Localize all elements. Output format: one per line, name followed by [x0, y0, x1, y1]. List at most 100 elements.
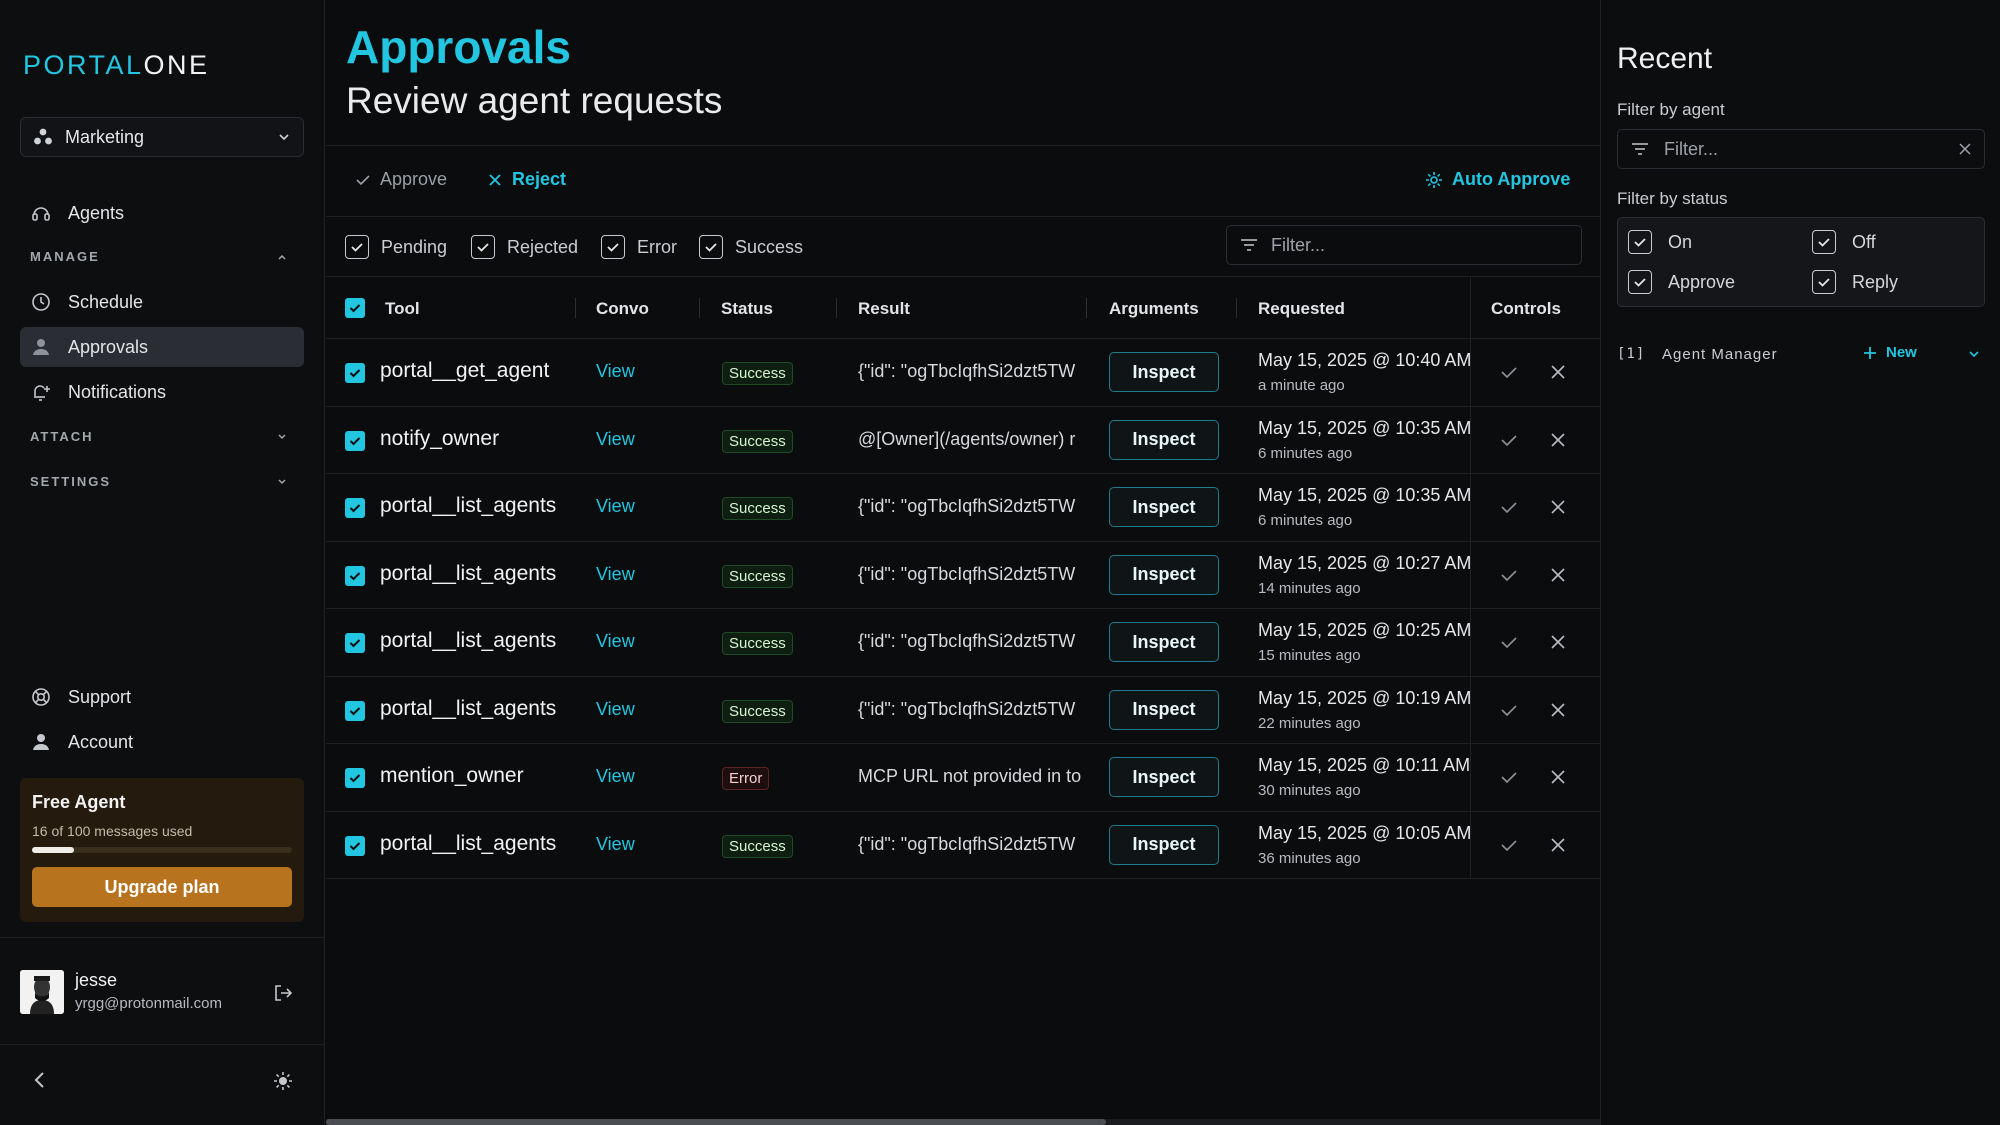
- brand-logo[interactable]: PORTALONE: [23, 50, 210, 81]
- view-convo-link[interactable]: View: [596, 564, 635, 585]
- reject-row-icon[interactable]: [1548, 430, 1568, 450]
- row-checkbox[interactable]: [345, 363, 365, 383]
- reject-button[interactable]: Reject: [486, 169, 566, 190]
- nav-support[interactable]: Support: [20, 677, 304, 717]
- approve-row-icon[interactable]: [1498, 766, 1520, 788]
- requested-time: May 15, 2025 @ 10:11 AM: [1258, 755, 1471, 775]
- clear-icon[interactable]: [1958, 142, 1972, 156]
- auto-approve-button[interactable]: Auto Approve: [1424, 169, 1570, 190]
- controls-divider: [1470, 811, 1471, 879]
- row-checkbox[interactable]: [345, 565, 365, 586]
- status-off-checkbox[interactable]: Off: [1812, 230, 1876, 254]
- inspect-button[interactable]: Inspect: [1109, 824, 1219, 865]
- view-convo-link[interactable]: View: [596, 699, 635, 720]
- column-divider: [836, 298, 837, 318]
- row-checkbox[interactable]: [345, 498, 365, 518]
- table-header: Tool Convo Status Result Arguments Reque…: [326, 277, 1600, 339]
- clock-icon: [32, 293, 50, 311]
- new-agent-button[interactable]: New: [1862, 344, 1917, 361]
- nav-schedule[interactable]: Schedule: [20, 282, 304, 322]
- approve-row-icon[interactable]: [1498, 361, 1520, 383]
- column-divider: [1236, 298, 1237, 318]
- approve-row-icon[interactable]: [1498, 564, 1520, 586]
- reject-row-icon[interactable]: [1548, 632, 1568, 652]
- status-badge: Success: [722, 362, 793, 385]
- column-result[interactable]: Result: [858, 299, 910, 319]
- horizontal-scrollbar[interactable]: [326, 1119, 1600, 1125]
- checkbox-checked-icon: [1628, 270, 1652, 294]
- filter-success-checkbox[interactable]: Success: [699, 235, 803, 259]
- status-approve-checkbox[interactable]: Approve: [1628, 270, 1735, 294]
- inspect-button[interactable]: Inspect: [1109, 487, 1219, 527]
- inspect-button[interactable]: Inspect: [1109, 757, 1219, 797]
- approve-row-icon[interactable]: [1498, 496, 1520, 518]
- nav-account[interactable]: Account: [20, 722, 304, 762]
- approve-button[interactable]: Approve: [354, 169, 447, 190]
- section-manage[interactable]: MANAGE: [30, 249, 288, 264]
- column-requested[interactable]: Requested: [1258, 299, 1345, 319]
- view-convo-link[interactable]: View: [596, 429, 635, 450]
- filter-icon: [1241, 239, 1257, 251]
- filter-rejected-checkbox[interactable]: Rejected: [471, 235, 578, 259]
- row-checkbox[interactable]: [345, 430, 365, 451]
- approve-row-icon[interactable]: [1498, 834, 1520, 856]
- reject-row-icon[interactable]: [1548, 835, 1568, 855]
- upgrade-plan-button[interactable]: Upgrade plan: [32, 867, 292, 907]
- column-arguments[interactable]: Arguments: [1109, 299, 1199, 319]
- approve-row-icon[interactable]: [1498, 631, 1520, 653]
- sun-icon[interactable]: [272, 1070, 294, 1092]
- filter-error-checkbox[interactable]: Error: [601, 235, 677, 259]
- check-icon: [356, 174, 370, 185]
- reject-row-icon[interactable]: [1548, 362, 1568, 382]
- view-convo-link[interactable]: View: [596, 834, 635, 855]
- column-tool[interactable]: Tool: [385, 299, 420, 319]
- section-attach[interactable]: ATTACH: [30, 429, 288, 444]
- reject-row-icon[interactable]: [1548, 565, 1568, 585]
- row-checkbox[interactable]: [345, 700, 365, 721]
- table-row: portal__list_agents View Success {"id": …: [326, 811, 1600, 879]
- collapse-sidebar-icon[interactable]: [30, 1070, 50, 1090]
- inspect-button[interactable]: Inspect: [1109, 689, 1219, 730]
- inspect-button[interactable]: Inspect: [1109, 352, 1219, 392]
- view-convo-link[interactable]: View: [596, 496, 635, 517]
- requested-time: May 15, 2025 @ 10:19 AM: [1258, 687, 1472, 708]
- row-checkbox[interactable]: [345, 835, 365, 856]
- nav-approvals[interactable]: Approvals: [20, 327, 304, 367]
- inspect-button[interactable]: Inspect: [1109, 554, 1219, 595]
- workspace-selector[interactable]: Marketing: [20, 117, 304, 157]
- logout-icon[interactable]: [272, 982, 294, 1004]
- view-convo-link[interactable]: View: [596, 766, 635, 787]
- agent-filter-input[interactable]: Filter...: [1617, 129, 1985, 169]
- inspect-button[interactable]: Inspect: [1109, 419, 1219, 460]
- reject-row-icon[interactable]: [1548, 497, 1568, 517]
- sidebar: PORTALONE Marketing Agents MANAGE Schedu…: [0, 0, 325, 1125]
- agent-list-item[interactable]: [1] Agent Manager New: [1617, 344, 1985, 368]
- usage-progress-bar: [32, 847, 292, 853]
- user-icon: [33, 734, 49, 750]
- view-convo-link[interactable]: View: [596, 361, 635, 382]
- reject-row-icon[interactable]: [1548, 767, 1568, 787]
- inspect-button[interactable]: Inspect: [1109, 622, 1219, 662]
- column-status[interactable]: Status: [721, 299, 773, 319]
- section-settings[interactable]: SETTINGS: [30, 474, 288, 489]
- status-on-checkbox[interactable]: On: [1628, 230, 1692, 254]
- select-all-checkbox[interactable]: [345, 298, 365, 318]
- chevron-down-icon[interactable]: [1967, 347, 1981, 361]
- column-convo[interactable]: Convo: [596, 299, 649, 319]
- nav-agents[interactable]: Agents: [20, 193, 304, 233]
- table-filter-input[interactable]: Filter...: [1226, 225, 1582, 265]
- nav-notifications[interactable]: Notifications: [20, 372, 304, 412]
- scrollbar-thumb[interactable]: [326, 1119, 1106, 1125]
- status-reply-checkbox[interactable]: Reply: [1812, 270, 1898, 294]
- avatar[interactable]: [20, 970, 64, 1014]
- approve-row-icon[interactable]: [1498, 699, 1520, 721]
- reject-row-icon[interactable]: [1548, 700, 1568, 720]
- row-checkbox[interactable]: [345, 633, 365, 653]
- row-checkbox[interactable]: [345, 768, 365, 788]
- view-convo-link[interactable]: View: [596, 631, 635, 652]
- action-toolbar: Approve Reject Auto Approve: [326, 145, 1600, 217]
- tool-name: portal__list_agents: [380, 629, 557, 652]
- approve-row-icon[interactable]: [1498, 429, 1520, 451]
- filter-pending-checkbox[interactable]: Pending: [345, 235, 447, 259]
- controls-divider: [1470, 609, 1471, 677]
